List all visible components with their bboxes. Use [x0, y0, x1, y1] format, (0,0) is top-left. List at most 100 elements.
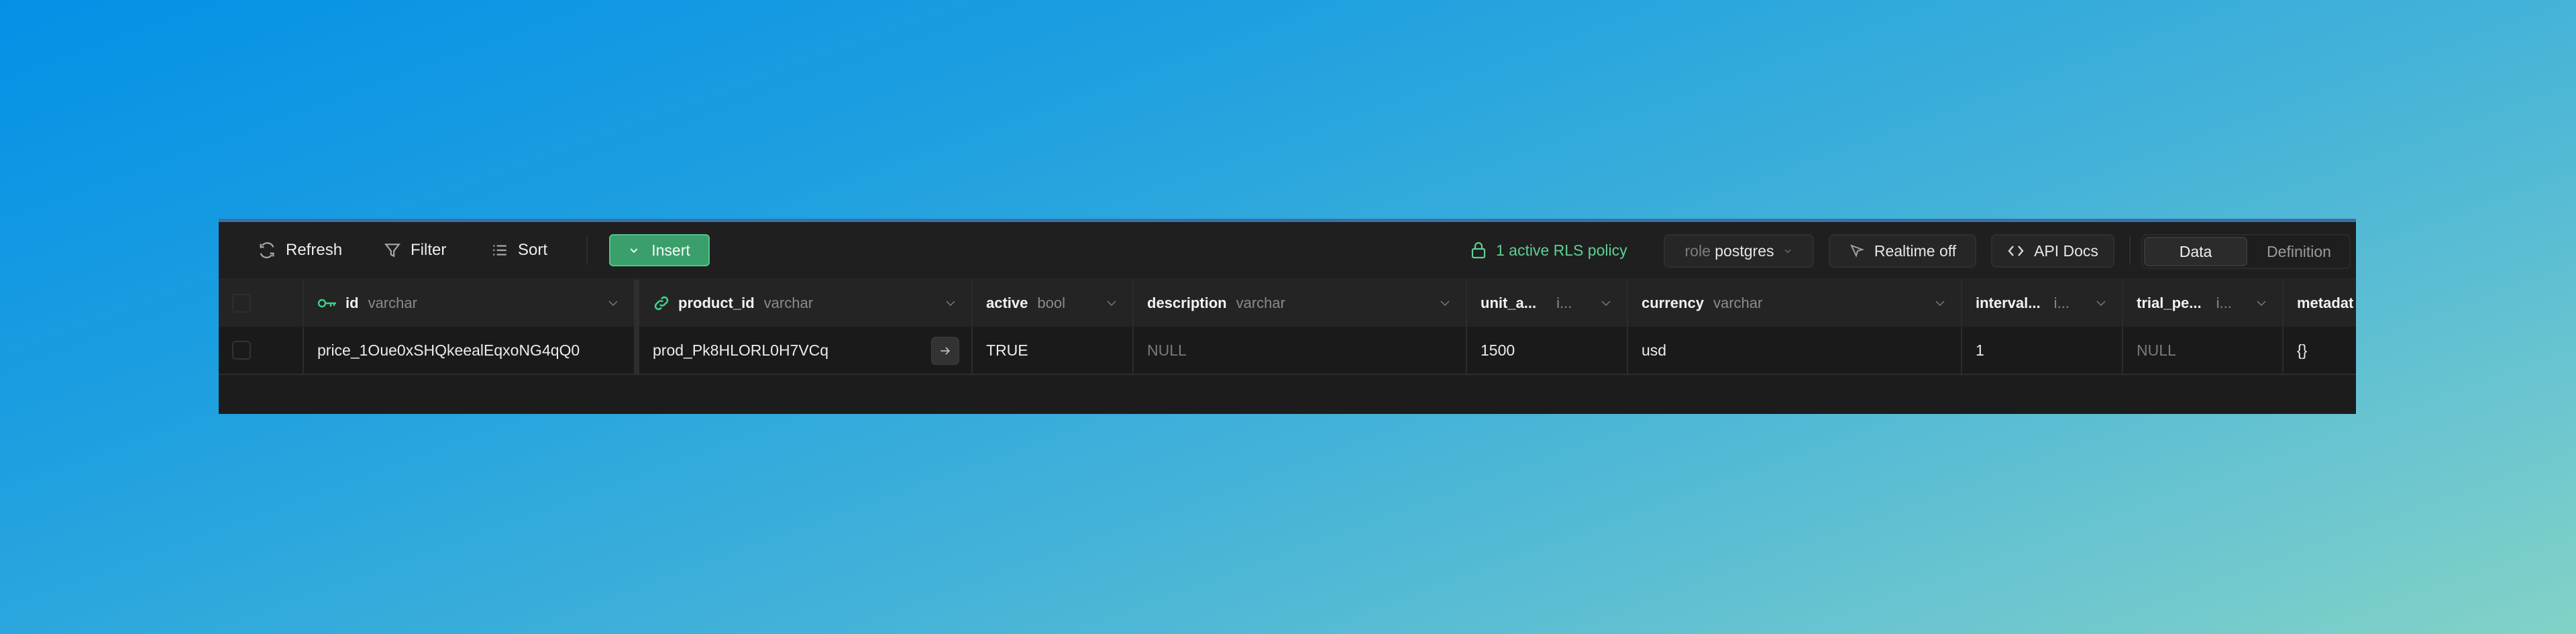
key-icon	[317, 298, 337, 309]
cell-value: usd	[1642, 341, 1666, 360]
column-header-id[interactable]: id varchar	[304, 280, 639, 327]
link-icon	[653, 295, 670, 312]
column-header-trial-period[interactable]: trial_pe... i...	[2123, 280, 2284, 327]
column-name: trial_pe...	[2137, 295, 2202, 312]
column-header-interval-count[interactable]: interval... i...	[1962, 280, 2123, 327]
column-header-description[interactable]: description varchar	[1134, 280, 1467, 327]
cursor-pointer-icon	[1849, 243, 1865, 259]
row-select-cell	[219, 327, 304, 374]
column-menu-button[interactable]	[1934, 297, 1946, 313]
refresh-button[interactable]: Refresh	[258, 222, 342, 278]
chevron-down-icon	[1106, 297, 1118, 309]
cell-active[interactable]: TRUE	[973, 327, 1134, 374]
column-name: currency	[1642, 295, 1704, 312]
column-menu-button[interactable]	[2255, 297, 2267, 313]
column-menu-button[interactable]	[607, 297, 619, 313]
rls-policy-label: 1 active RLS policy	[1496, 242, 1627, 260]
column-name: unit_a...	[1481, 295, 1536, 312]
column-header-currency[interactable]: currency varchar	[1628, 280, 1962, 327]
column-name: active	[986, 295, 1028, 312]
realtime-label: Realtime off	[1874, 242, 1956, 260]
column-type: i...	[2216, 295, 2232, 312]
cell-value: {}	[2297, 341, 2307, 360]
arrow-right-icon	[938, 344, 952, 358]
sort-button[interactable]: Sort	[491, 222, 547, 278]
cell-description[interactable]: NULL	[1134, 327, 1467, 374]
api-docs-label: API Docs	[2034, 242, 2098, 260]
filter-icon	[384, 241, 401, 260]
chevron-down-icon	[629, 245, 639, 256]
cell-product-id[interactable]: prod_Pk8HLORL0H7VCq	[639, 327, 973, 374]
column-name: description	[1147, 295, 1227, 312]
cell-id[interactable]: price_1Oue0xSHQkeealEqxoNG4qQ0	[304, 327, 639, 374]
toolbar: Refresh Filter Sort Insert 1 active RLS …	[219, 222, 2356, 278]
cell-currency[interactable]: usd	[1628, 327, 1962, 374]
chevron-down-icon	[1439, 297, 1451, 309]
api-docs-button[interactable]: API Docs	[1991, 234, 2114, 268]
chevron-down-icon	[2095, 297, 2107, 309]
row-checkbox[interactable]	[232, 341, 251, 360]
cell-value: TRUE	[986, 341, 1028, 360]
lock-icon	[1470, 241, 1487, 260]
refresh-label: Refresh	[286, 241, 342, 260]
code-brackets-icon	[2007, 244, 2025, 258]
sort-list-icon	[491, 242, 508, 259]
view-referenced-row-button[interactable]	[931, 337, 959, 365]
cell-metadata[interactable]: {}	[2284, 327, 2356, 374]
column-type: i...	[1556, 295, 1572, 312]
column-name: id	[345, 295, 359, 312]
insert-label: Insert	[651, 242, 690, 260]
column-menu-button[interactable]	[1600, 297, 1612, 313]
cell-value: 1	[1976, 341, 1984, 360]
role-prefix: role	[1685, 242, 1711, 260]
select-all-checkbox[interactable]	[232, 294, 251, 313]
chevron-down-icon	[1600, 297, 1612, 309]
cell-trial-period[interactable]: NULL	[2123, 327, 2284, 374]
cell-value: prod_Pk8HLORL0H7VCq	[653, 341, 828, 360]
cell-value: NULL	[1147, 341, 1187, 360]
header-row: id varchar product_id varchar active boo…	[219, 278, 2356, 328]
toolbar-divider	[2129, 235, 2131, 265]
chevron-down-icon	[607, 297, 619, 309]
column-type: varchar	[1236, 295, 1285, 312]
chevron-down-icon	[945, 297, 957, 309]
cell-value: price_1Oue0xSHQkeealEqxoNG4qQ0	[317, 341, 580, 360]
tab-definition[interactable]: Definition	[2249, 235, 2349, 268]
refresh-icon	[258, 241, 276, 260]
toolbar-divider	[586, 235, 588, 265]
column-menu-button[interactable]	[945, 297, 957, 313]
column-type: varchar	[368, 295, 417, 312]
insert-button[interactable]: Insert	[609, 234, 710, 266]
chevron-down-icon	[1934, 297, 1946, 309]
realtime-toggle-button[interactable]: Realtime off	[1829, 234, 1976, 268]
cell-value: 1500	[1481, 341, 1515, 360]
column-type: bool	[1037, 295, 1065, 312]
chevron-down-icon	[1783, 246, 1792, 256]
column-header-active[interactable]: active bool	[973, 280, 1134, 327]
column-header-unit-amount[interactable]: unit_a... i...	[1467, 280, 1628, 327]
rls-policy-link[interactable]: 1 active RLS policy	[1470, 222, 1627, 278]
filter-label: Filter	[411, 241, 446, 260]
chevron-down-icon	[2255, 297, 2267, 309]
tab-data[interactable]: Data	[2144, 237, 2247, 266]
table-editor-panel: Refresh Filter Sort Insert 1 active RLS …	[219, 219, 2356, 414]
sort-label: Sort	[518, 241, 547, 260]
cell-value: NULL	[2137, 341, 2176, 360]
cell-interval-count[interactable]: 1	[1962, 327, 2123, 374]
view-mode-toggle: Data Definition	[2141, 234, 2351, 269]
column-menu-button[interactable]	[1439, 297, 1451, 313]
column-type: i...	[2054, 295, 2070, 312]
column-name: metadat	[2297, 295, 2353, 312]
column-name: product_id	[678, 295, 755, 312]
column-menu-button[interactable]	[2095, 297, 2107, 313]
column-menu-button[interactable]	[1106, 297, 1118, 313]
filter-button[interactable]: Filter	[384, 222, 446, 278]
column-header-product-id[interactable]: product_id varchar	[639, 280, 973, 327]
role-select[interactable]: role postgres	[1664, 234, 1814, 268]
role-value: postgres	[1715, 242, 1774, 260]
cell-unit-amount[interactable]: 1500	[1467, 327, 1628, 374]
column-header-metadata[interactable]: metadat	[2284, 280, 2356, 327]
column-name: interval...	[1976, 295, 2041, 312]
column-type: varchar	[1713, 295, 1762, 312]
table-row[interactable]: price_1Oue0xSHQkeealEqxoNG4qQ0 prod_Pk8H…	[219, 327, 2356, 375]
